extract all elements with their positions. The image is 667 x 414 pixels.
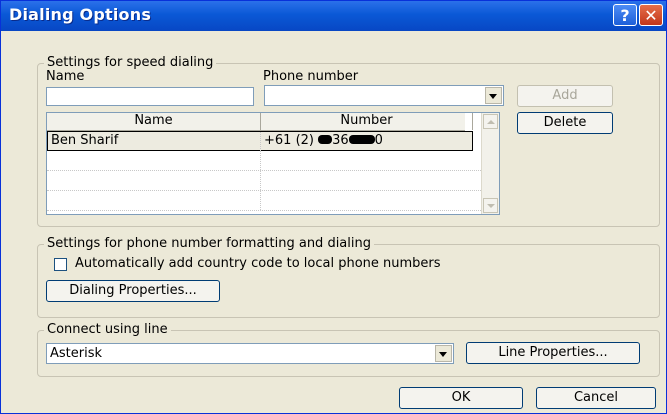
list-item[interactable]: Ben Sharif +61 (2) 36 0 <box>47 131 473 151</box>
scroll-down-button[interactable] <box>483 198 498 213</box>
line-combobox[interactable]: Asterisk <box>46 343 454 364</box>
redacted-mark <box>348 135 375 144</box>
list-item-name <box>47 151 261 170</box>
scroll-up-button[interactable] <box>483 114 498 129</box>
auto-country-code-label[interactable]: Automatically add country code to local … <box>75 256 441 272</box>
phone-number-combobox[interactable] <box>264 85 504 106</box>
chevron-down-icon <box>489 94 497 99</box>
column-header-name[interactable]: Name <box>47 113 261 130</box>
arrow-up-icon <box>487 120 495 124</box>
list-item[interactable] <box>47 171 483 191</box>
list-scrollbar[interactable] <box>481 113 499 214</box>
cancel-button[interactable]: Cancel <box>536 387 656 409</box>
help-button[interactable]: ? <box>613 4 637 26</box>
list-item-name <box>47 171 261 190</box>
number-mid: 36 <box>332 133 349 148</box>
connect-line-group-label: Connect using line <box>44 322 171 338</box>
line-dropdown-button[interactable] <box>435 345 452 362</box>
name-input[interactable] <box>46 87 254 106</box>
name-label: Name <box>46 69 85 84</box>
list-item-name: Ben Sharif <box>48 132 261 151</box>
list-item-number: +61 (2) 36 0 <box>261 132 472 151</box>
delete-button[interactable]: Delete <box>517 112 613 134</box>
formatting-group-label: Settings for phone number formatting and… <box>44 236 374 252</box>
close-button[interactable]: ✕ <box>639 4 663 26</box>
number-suffix: 0 <box>374 133 383 148</box>
list-header: Name Number <box>47 113 473 131</box>
auto-country-code-checkbox[interactable] <box>54 258 67 271</box>
dialing-options-window: Dialing Options ? ✕ Settings for speed d… <box>0 0 667 414</box>
chevron-down-icon <box>439 352 447 357</box>
list-item-name <box>47 191 261 210</box>
ok-button[interactable]: OK <box>399 387 523 409</box>
list-item[interactable] <box>47 191 483 211</box>
number-prefix: +61 (2) <box>264 133 319 148</box>
dialing-properties-button[interactable]: Dialing Properties... <box>46 280 220 302</box>
phone-number-dropdown-button[interactable] <box>485 87 502 104</box>
speed-dial-list[interactable]: Name Number Ben Sharif +61 (2) 36 0 <box>46 112 500 215</box>
add-button[interactable]: Add <box>517 85 613 107</box>
column-header-number[interactable]: Number <box>261 113 473 130</box>
window-title: Dialing Options <box>9 5 152 24</box>
line-selected-value: Asterisk <box>50 346 103 361</box>
redacted-mark <box>318 135 333 144</box>
title-bar[interactable]: Dialing Options ? ✕ <box>1 1 666 31</box>
arrow-down-icon <box>487 204 495 208</box>
line-properties-button[interactable]: Line Properties... <box>466 342 640 364</box>
list-item[interactable] <box>47 151 483 171</box>
phone-number-label: Phone number <box>263 69 359 84</box>
